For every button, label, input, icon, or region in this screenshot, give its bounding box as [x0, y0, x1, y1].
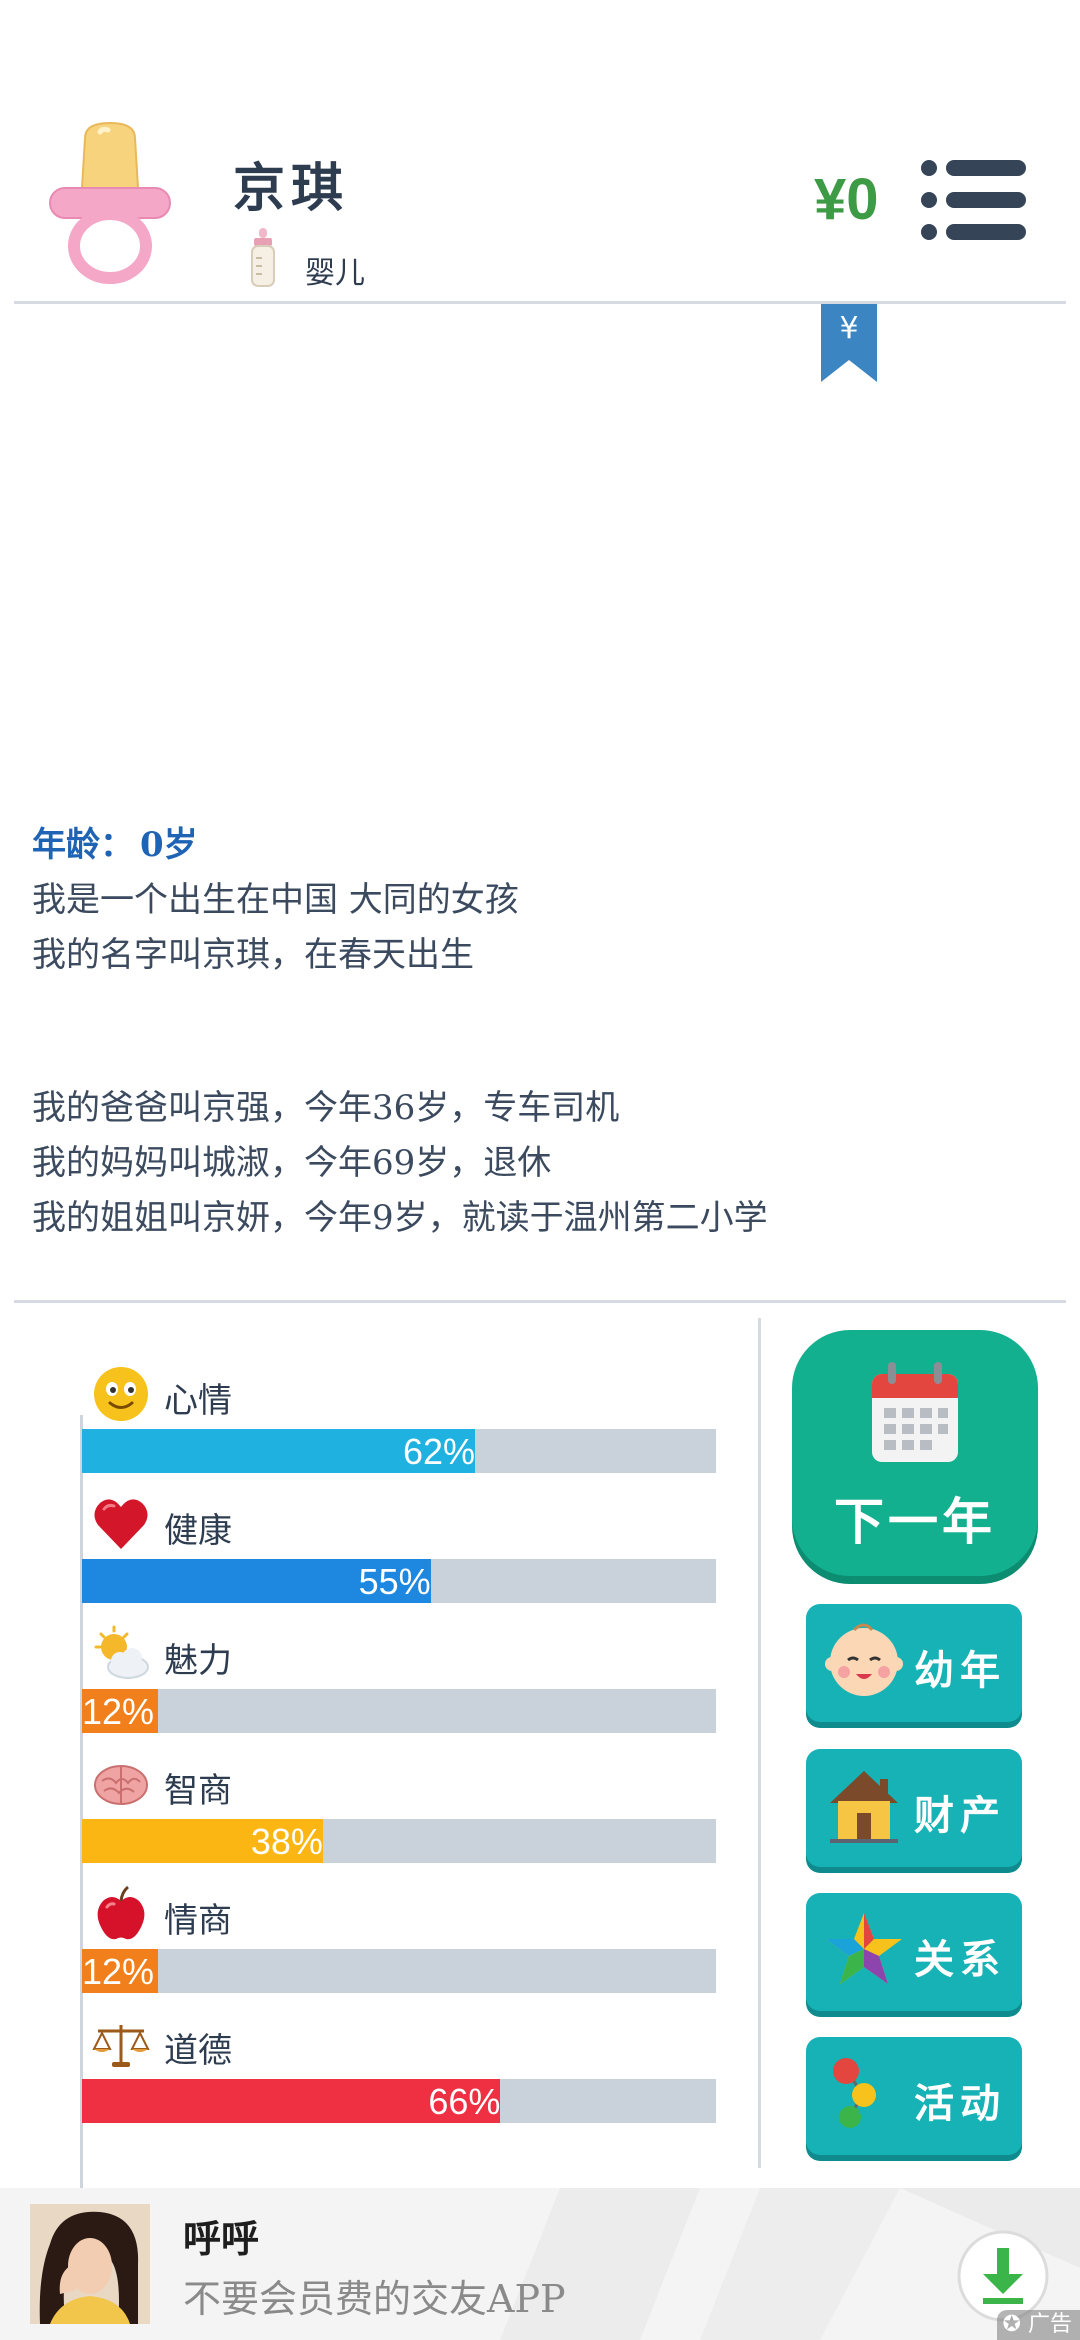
story-family-line: 我的姐姐叫京妍，今年9岁，就读于温州第二小学: [32, 1198, 768, 1238]
calendar-icon: [872, 1362, 958, 1462]
scales-icon: [92, 2025, 150, 2067]
character-name: 京琪: [233, 158, 350, 219]
money-display: ¥0: [814, 167, 879, 232]
relations-label: 关系: [914, 1936, 1006, 1983]
activity-nodes-icon: [833, 2058, 876, 2128]
stat-health: 健康 55%: [82, 1495, 716, 1625]
stat-bar-fill: 66%: [82, 2079, 501, 2123]
heart-icon: [94, 1499, 148, 1549]
childhood-label: 幼年: [914, 1647, 1006, 1694]
childhood-button[interactable]: 幼年: [806, 1604, 1022, 1722]
stat-label: 健康: [164, 1511, 232, 1551]
story-family-line: 我的爸爸叫京强，今年36岁，专车司机: [32, 1088, 620, 1128]
stat-bar-track: 66%: [82, 2079, 716, 2123]
advertiser-photo[interactable]: [30, 2204, 150, 2324]
stat-bar-fill: 55%: [82, 1559, 431, 1603]
stat-bar-fill: 62%: [82, 1429, 476, 1473]
stat-percent: 12%: [82, 1691, 155, 1732]
vertical-divider: [758, 1318, 761, 2168]
ad-logo-icon: ✪: [1002, 2312, 1021, 2337]
life-stage-label: 婴儿: [305, 256, 365, 291]
stat-bar-track: 38%: [82, 1819, 716, 1863]
stat-label: 道德: [164, 2031, 232, 2071]
stat-label: 心情: [164, 1381, 232, 1421]
assets-button[interactable]: 财产: [806, 1749, 1022, 1867]
stat-eq: 情商 12%: [82, 1885, 716, 2015]
stat-bar-track: 12%: [82, 1689, 716, 1733]
stat-percent: 62%: [403, 1431, 476, 1472]
stat-percent: 38%: [250, 1821, 323, 1862]
life-story: 年龄： 0岁 我是一个出生在中国 大同的女孩 我的名字叫京琪，在春天出生 我的爸爸…: [32, 818, 1052, 1246]
baby-face-icon: [825, 1623, 903, 1696]
stat-bar-track: 62%: [82, 1429, 716, 1473]
story-intro-line: 我是一个出生在中国 大同的女孩: [32, 880, 519, 920]
stat-charm: 魅力 12%: [82, 1625, 716, 1755]
stat-percent: 66%: [428, 2081, 501, 2122]
story-intro-line: 我的名字叫京琪，在春天出生: [32, 935, 474, 975]
ad-label-badge[interactable]: ✪ 广告: [996, 2310, 1080, 2340]
age-value: 0岁: [140, 825, 198, 865]
header-divider: [14, 301, 1066, 304]
stat-percent: 55%: [358, 1561, 431, 1602]
activities-button[interactable]: 活动: [806, 2037, 1022, 2155]
baby-bottle-icon: [251, 228, 275, 287]
next-year-button[interactable]: 下一年: [792, 1330, 1038, 1576]
relations-button[interactable]: 关系: [806, 1893, 1022, 2011]
story-family-line: 我的妈妈叫城淑，今年69岁，退休: [32, 1143, 552, 1183]
stat-label: 智商: [164, 1771, 232, 1811]
ad-description: 不要会员费的交友APP: [183, 2277, 566, 2321]
stat-bar-fill: 12%: [82, 1949, 159, 1993]
stats-panel: 心情 62% 健康 55% 魅力 12% 智商 38% 情商 12% 道德 66…: [0, 1303, 760, 2340]
stat-bar-fill: 12%: [82, 1689, 159, 1733]
apple-icon: [97, 1885, 145, 1940]
ad-badge-text: 广告: [1027, 2312, 1072, 2337]
menu-list-icon[interactable]: [920, 158, 1026, 242]
header: 京琪 婴儿 ¥0: [0, 0, 1080, 302]
stat-bar-fill: 38%: [82, 1819, 323, 1863]
activities-label: 活动: [914, 2080, 1006, 2127]
bookmark-ribbon-icon: ¥: [821, 304, 877, 382]
house-icon: [830, 1771, 898, 1843]
stat-iq: 智商 38%: [82, 1755, 716, 1885]
stat-mood: 心情 62%: [82, 1365, 716, 1495]
sun-cloud-icon: [94, 1625, 149, 1679]
stat-label: 魅力: [164, 1641, 232, 1681]
stat-percent: 12%: [82, 1951, 155, 1992]
stat-label: 情商: [164, 1901, 232, 1941]
age-label: 年龄：: [32, 825, 134, 865]
pacifier-icon: [49, 121, 171, 284]
ad-title: 呼呼: [183, 2216, 260, 2261]
assets-label: 财产: [914, 1792, 1006, 1839]
brain-icon: [94, 1765, 148, 1805]
stat-bar-track: 55%: [82, 1559, 716, 1603]
svg-text:¥: ¥: [839, 311, 858, 346]
smiley-face-icon: [94, 1367, 148, 1421]
age-line: 年龄： 0岁: [32, 818, 1052, 873]
colorful-star-icon: [826, 1913, 902, 1984]
money-bookmark-tab[interactable]: ¥: [821, 304, 877, 382]
stat-bar-track: 12%: [82, 1949, 716, 1993]
ad-banner[interactable]: 呼呼 不要会员费的交友APP ✪ 广告: [0, 2188, 1080, 2340]
next-year-label: 下一年: [834, 1492, 996, 1551]
stat-morality: 道德 66%: [82, 2015, 716, 2145]
